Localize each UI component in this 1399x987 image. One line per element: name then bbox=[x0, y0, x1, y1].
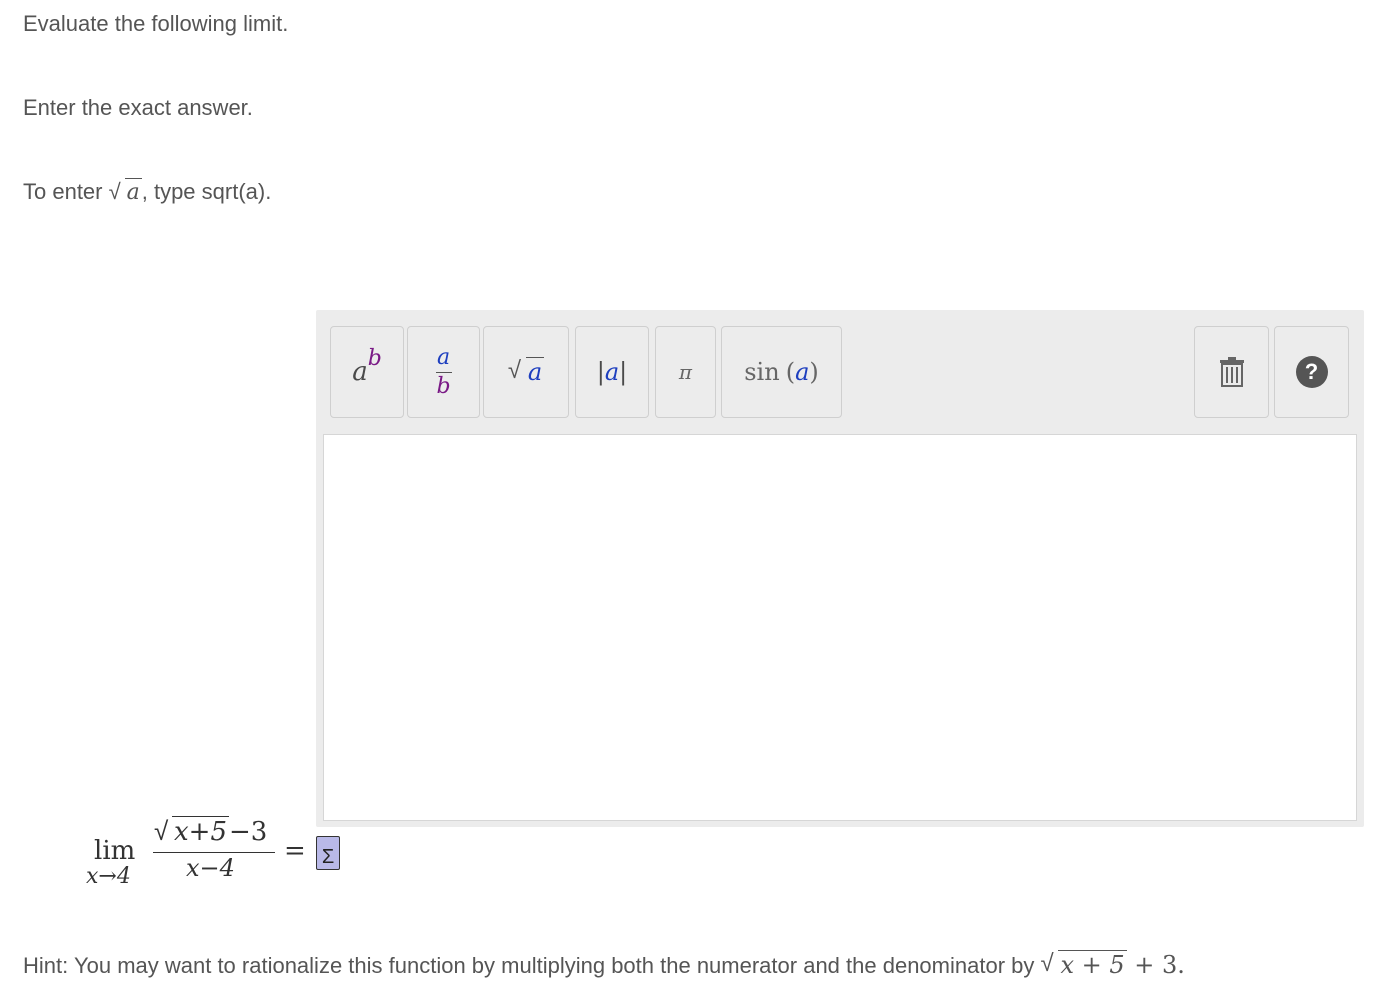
question-circle-icon: ? bbox=[1295, 356, 1328, 388]
fraction-numerator: a bbox=[436, 344, 451, 370]
abs-arg: a bbox=[604, 358, 620, 386]
sqrt-button-radical: √ bbox=[507, 357, 522, 384]
sin-fn: sin bbox=[744, 358, 780, 386]
answer-input-area[interactable] bbox=[323, 434, 1357, 821]
sqrt-button[interactable]: √ a bbox=[483, 326, 569, 418]
lim-word: lim bbox=[94, 836, 136, 866]
sqrt-argument: a bbox=[124, 178, 142, 205]
pi-symbol: π bbox=[678, 360, 693, 384]
help-button[interactable]: ? bbox=[1274, 326, 1349, 418]
numerator-sqrt: √ x+5 bbox=[154, 816, 229, 847]
instruction-exact: Enter the exact answer. bbox=[23, 95, 253, 120]
lim-subscript: x→4 bbox=[86, 864, 131, 889]
sqrt-expression: √ a bbox=[109, 178, 142, 207]
trash-button[interactable] bbox=[1194, 326, 1269, 418]
instruction-sqrt: To enter √ a, type sqrt(a). bbox=[23, 178, 271, 207]
numerator-radical: √ bbox=[154, 816, 169, 846]
numerator-sqrt-arg: x+5 bbox=[172, 816, 229, 847]
hint-text: Hint: You may want to rationalize this f… bbox=[23, 953, 1041, 978]
power-exponent: b bbox=[367, 345, 382, 371]
numerator: √ x+5−3 bbox=[154, 816, 267, 847]
instruction-sqrt-suffix: , type sqrt(a). bbox=[141, 179, 272, 204]
hint-sqrt-arg: x + 5 bbox=[1058, 950, 1127, 979]
sin-close-paren: ) bbox=[809, 358, 819, 386]
abs-button[interactable]: | a | bbox=[575, 326, 649, 418]
trash-icon bbox=[1219, 357, 1244, 387]
hint: Hint: You may want to rationalize this f… bbox=[23, 950, 1185, 980]
abs-right-bar: | bbox=[619, 358, 628, 386]
sqrt-button-symbol: √ a bbox=[507, 357, 545, 387]
sin-arg: a bbox=[795, 358, 810, 386]
equation-editor-icon[interactable]: Σ bbox=[316, 836, 340, 870]
fraction-denominator: b bbox=[436, 373, 451, 399]
sin-open-paren: ( bbox=[785, 358, 796, 386]
hint-tail: + 3. bbox=[1126, 951, 1185, 979]
denominator: x−4 bbox=[186, 854, 235, 882]
abs-left-bar: | bbox=[596, 358, 605, 386]
fraction-bar bbox=[435, 371, 452, 373]
math-editor: ab a b √ a | a | π sin(a) ? bbox=[316, 310, 1364, 827]
fraction-button[interactable]: a b bbox=[407, 326, 480, 418]
hint-sqrt: √ x + 5 bbox=[1040, 950, 1127, 980]
power-base: a bbox=[352, 357, 368, 387]
numerator-rest: −3 bbox=[229, 817, 268, 847]
power-button[interactable]: ab bbox=[330, 326, 404, 418]
sin-button[interactable]: sin(a) bbox=[721, 326, 842, 418]
instruction-sqrt-prefix: To enter bbox=[23, 179, 109, 204]
radical-sign: √ bbox=[108, 179, 121, 204]
sqrt-button-arg: a bbox=[525, 357, 545, 386]
hint-radical: √ bbox=[1040, 950, 1054, 977]
instruction-evaluate: Evaluate the following limit. bbox=[23, 11, 289, 36]
pi-button[interactable]: π bbox=[655, 326, 716, 418]
equals-sign: = bbox=[284, 836, 306, 866]
fraction-line bbox=[153, 852, 275, 853]
limit-expression: lim x→4 √ x+5−3 x−4 = Σ bbox=[80, 812, 380, 892]
